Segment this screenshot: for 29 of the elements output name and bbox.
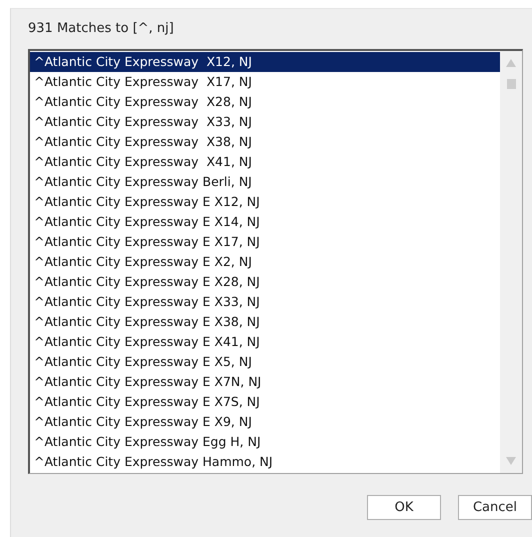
list-item[interactable]: ^Atlantic City Expressway E X28, NJ — [30, 272, 500, 292]
list-item[interactable]: ^Atlantic City Expressway E X17, NJ — [30, 232, 500, 252]
dialog-button[interactable]: OK — [367, 495, 441, 520]
scrollbar[interactable] — [500, 51, 522, 473]
list-item[interactable]: ^Atlantic City Expressway X12, NJ — [30, 52, 500, 72]
list-item[interactable]: ^Atlantic City Expressway X28, NJ — [30, 92, 500, 112]
list-item[interactable]: ^Atlantic City Expressway X33, NJ — [30, 112, 500, 132]
list-item[interactable]: ^Atlantic City Expressway Egg H, NJ — [30, 432, 500, 452]
list-item[interactable]: ^Atlantic City Expressway E X9, NJ — [30, 412, 500, 432]
dialog-button[interactable]: Cancel — [458, 495, 532, 520]
list-item[interactable]: ^Atlantic City Expressway E X12, NJ — [30, 192, 500, 212]
list-item[interactable]: ^Atlantic City Expressway X41, NJ — [30, 152, 500, 172]
list-item[interactable]: ^Atlantic City Expressway X38, NJ — [30, 132, 500, 152]
list-box[interactable] — [28, 49, 523, 474]
scroll-down-icon[interactable] — [506, 457, 516, 465]
list-item[interactable]: ^Atlantic City Expressway E X33, NJ — [30, 292, 500, 312]
list-item[interactable]: ^Atlantic City Expressway X17, NJ — [30, 72, 500, 92]
list-item[interactable]: ^Atlantic City Expressway E X7S, NJ — [30, 392, 500, 412]
list-item[interactable]: ^Atlantic City Expressway E X5, NJ — [30, 352, 500, 372]
list-item[interactable]: ^Atlantic City Expressway E X41, NJ — [30, 332, 500, 352]
scroll-thumb[interactable] — [506, 79, 516, 89]
list-item[interactable]: ^Atlantic City Expressway Hammo, NJ — [30, 452, 500, 472]
scroll-up-icon[interactable] — [506, 59, 516, 67]
list-item[interactable]: ^Atlantic City Expressway E X2, NJ — [30, 252, 500, 272]
list-item[interactable]: ^Atlantic City Expressway E X7N, NJ — [30, 372, 500, 392]
list-item[interactable]: ^Atlantic City Expressway E X14, NJ — [30, 212, 500, 232]
list-item[interactable]: ^Atlantic City Expressway E X38, NJ — [30, 312, 500, 332]
list-item[interactable]: ^Atlantic City Expressway Berli, NJ — [30, 172, 500, 192]
dialog-heading: 931 Matches to [^, nj] — [28, 21, 175, 38]
